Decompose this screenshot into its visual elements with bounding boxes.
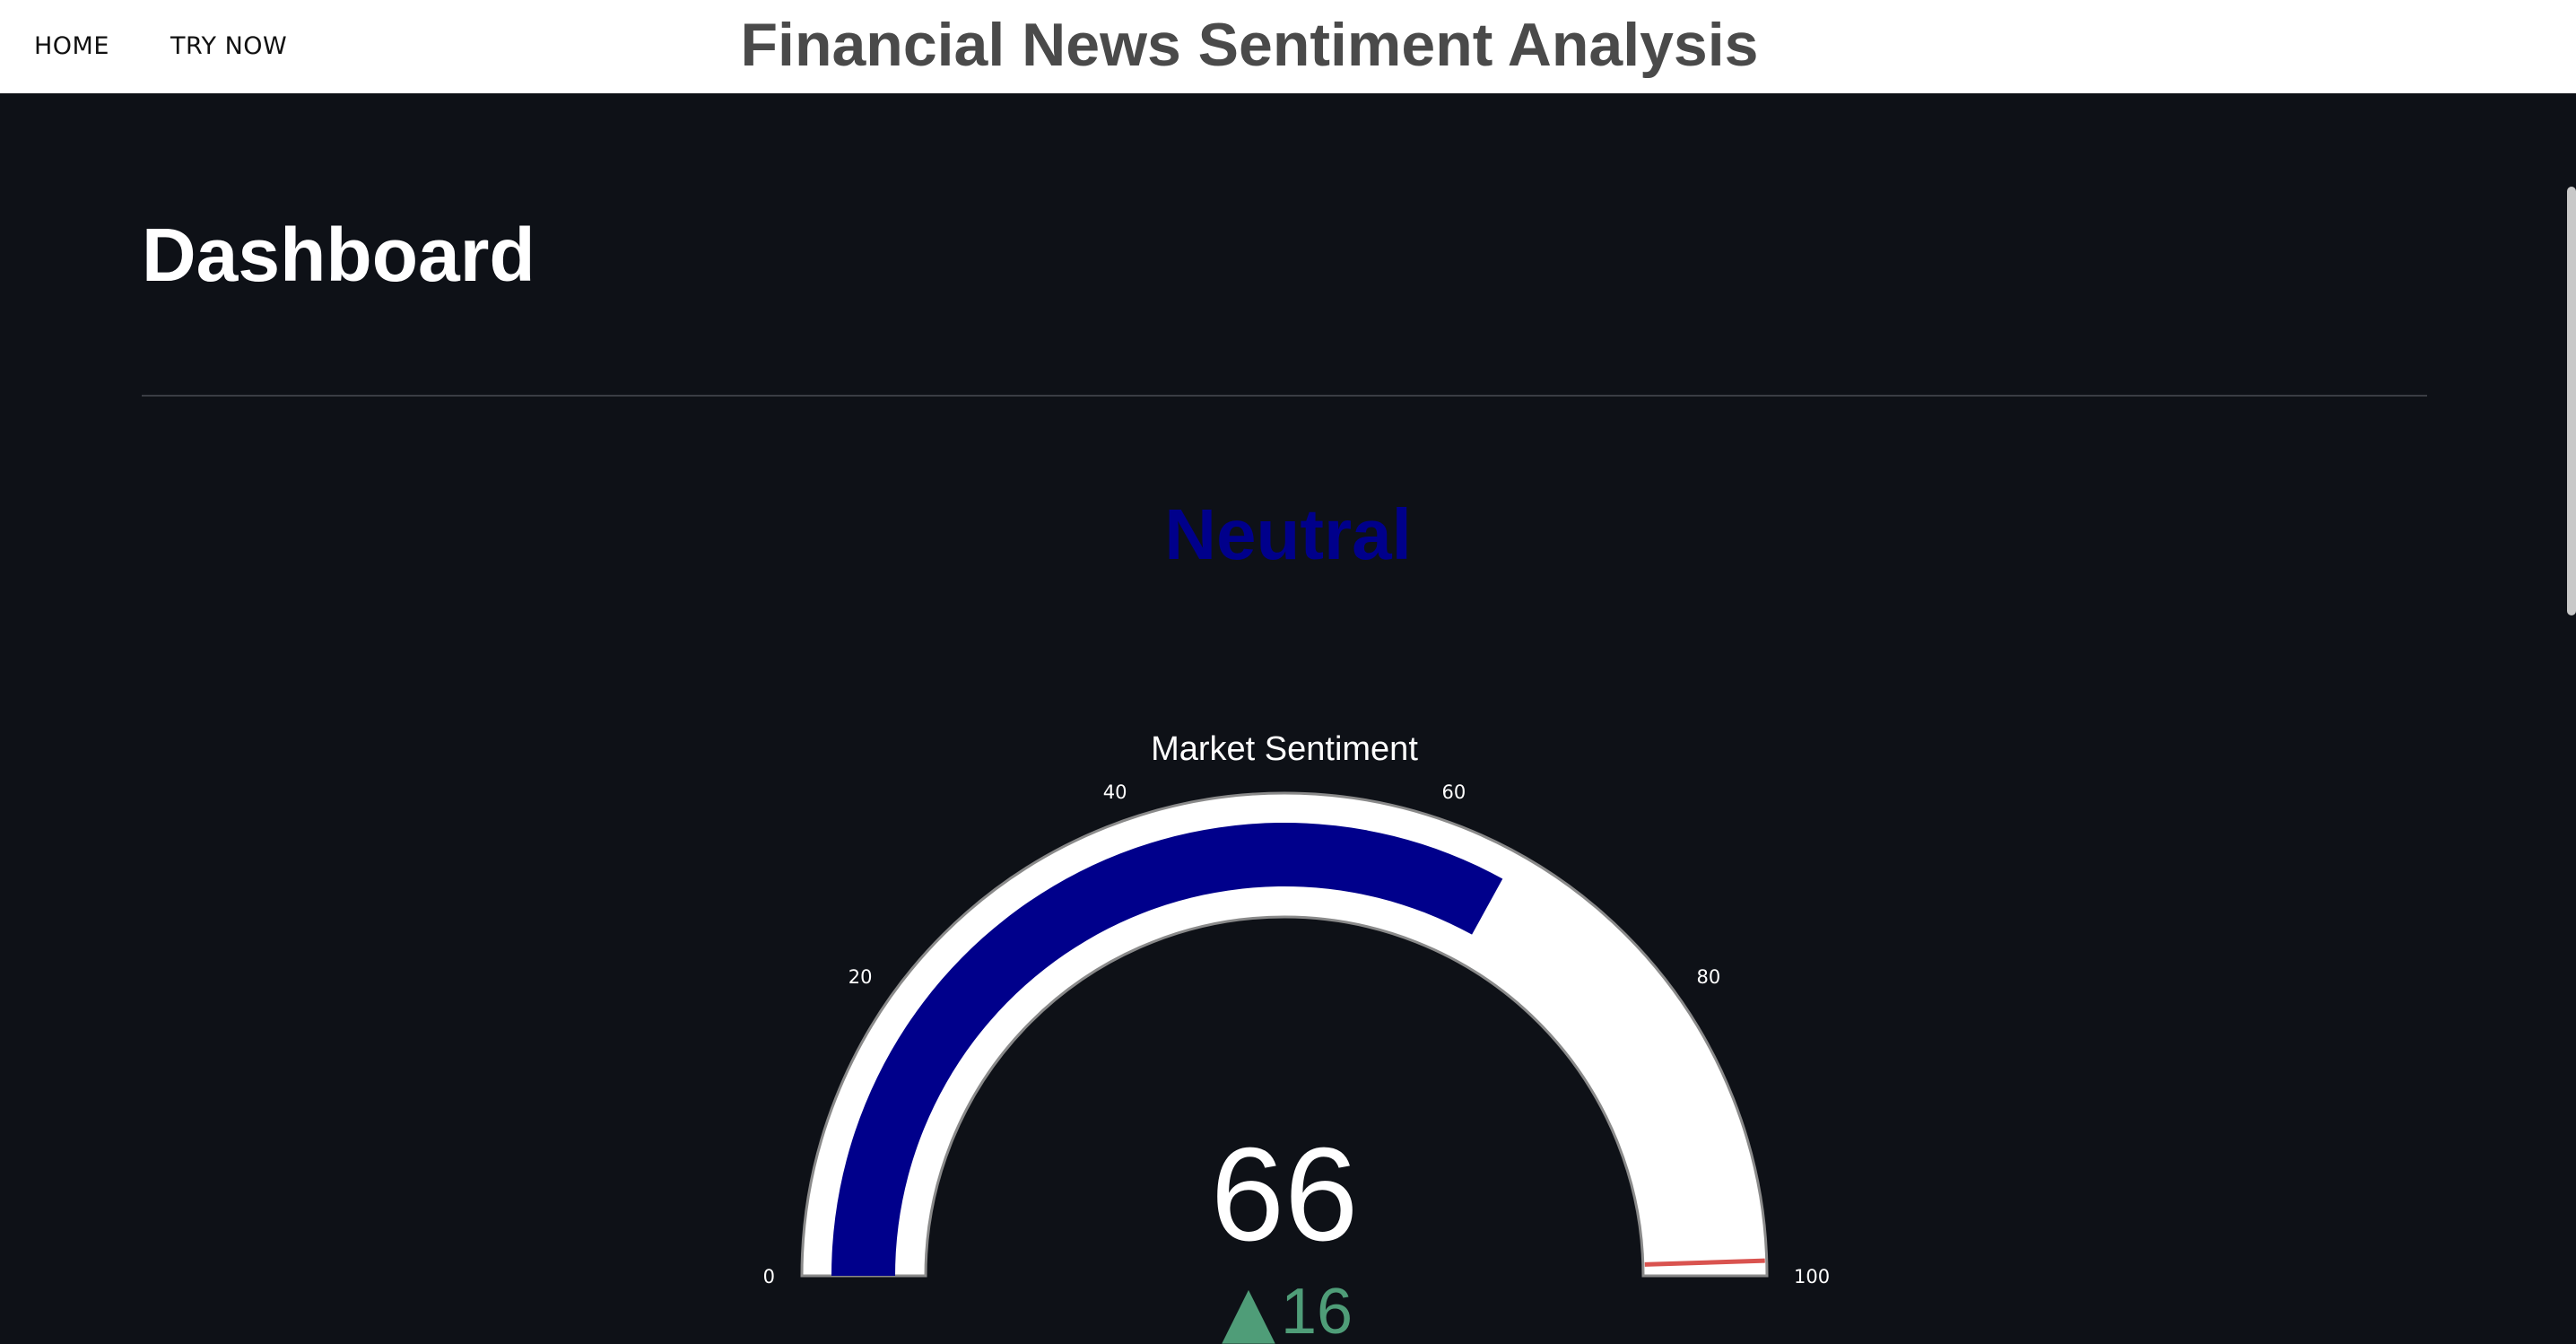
gauge-delta-value: 16 [1281, 1276, 1353, 1344]
gauge-value: 66 [1211, 1121, 1359, 1269]
top-navbar: HOME TRY NOW Financial News Sentiment An… [0, 0, 2576, 93]
scrollbar[interactable] [2567, 187, 2576, 615]
gauge-tick-label: 60 [1442, 781, 1466, 803]
app-title: Financial News Sentiment Analysis [740, 11, 1759, 79]
gauge-tick-label: 80 [1697, 966, 1721, 988]
gauge-title: Market Sentiment [1151, 730, 1418, 768]
main-content: Dashboard Neutral Market Sentiment 0 20 40… [0, 93, 2576, 1344]
gauge-tick-label: 40 [1103, 781, 1127, 803]
gauge-tick-label: 20 [849, 966, 873, 988]
delta-up-arrow-icon: ▲ [1222, 1271, 1275, 1344]
sentiment-gauge: Market Sentiment 0 20 40 60 80 100 66 ▲ 16 [763, 730, 1830, 1344]
gauge-tick-label: 0 [763, 1266, 775, 1287]
gauge-tick-label: 100 [1794, 1266, 1830, 1287]
gauge-delta: ▲ 16 [1222, 1271, 1353, 1344]
